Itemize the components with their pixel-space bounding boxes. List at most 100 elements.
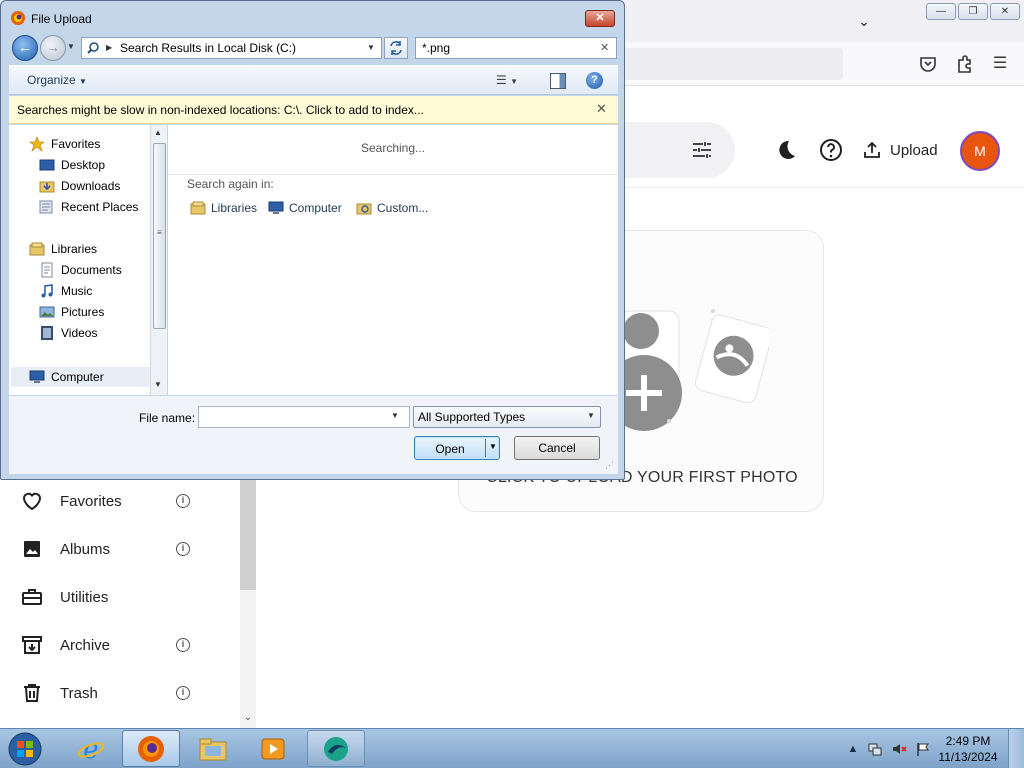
sidebar-item-utilities[interactable]: Utilities xyxy=(20,582,200,612)
nav-item-desktop[interactable]: Desktop xyxy=(39,156,105,174)
sidebar-item-label: Trash xyxy=(60,684,98,702)
help-icon[interactable]: ? xyxy=(586,72,603,89)
user-avatar[interactable]: M xyxy=(960,131,1000,171)
nav-scroll-thumb[interactable]: ≡ xyxy=(153,143,166,329)
nav-item-label: Favorites xyxy=(51,137,101,151)
nav-item-downloads[interactable]: Downloads xyxy=(39,177,120,195)
nav-item-computer[interactable]: Computer xyxy=(29,368,104,386)
infobar-close-icon[interactable]: ✕ xyxy=(596,101,607,117)
breadcrumb-chevron-icon[interactable]: ▶ xyxy=(106,41,112,55)
volume-muted-icon[interactable] xyxy=(891,741,907,757)
nav-item-favorites[interactable]: Favorites xyxy=(29,135,100,153)
info-icon[interactable]: i xyxy=(176,494,190,508)
photo-app-icon xyxy=(324,736,348,761)
filter-tune-icon[interactable] xyxy=(690,138,714,162)
show-desktop-button[interactable] xyxy=(1008,729,1024,768)
back-button[interactable]: ← xyxy=(12,35,38,61)
computer-icon xyxy=(29,370,45,383)
change-view-button[interactable]: ☰ ▼ xyxy=(496,73,530,89)
file-name-dropdown-icon[interactable]: ▼ xyxy=(391,411,399,420)
sidebar-item-trash[interactable]: Trash i xyxy=(20,678,200,708)
open-options-dropdown-icon[interactable]: ▼ xyxy=(489,442,497,451)
dark-mode-moon-icon[interactable] xyxy=(772,136,800,164)
nav-item-recent-places[interactable]: Recent Places xyxy=(39,198,138,216)
forward-button[interactable]: → xyxy=(40,35,66,61)
resize-grip-icon[interactable]: ⋰ xyxy=(605,460,614,471)
nav-item-videos[interactable]: Videos xyxy=(39,324,97,342)
file-name-label: File name: xyxy=(139,411,196,425)
upload-button[interactable]: Upload xyxy=(862,136,938,164)
restore-button[interactable]: ❐ xyxy=(958,3,988,20)
taskbar-firefox[interactable] xyxy=(122,730,180,767)
nav-item-documents[interactable]: Documents xyxy=(39,261,122,279)
search-again-computer[interactable]: Computer xyxy=(268,199,342,217)
index-warning-infobar[interactable]: Searches might be slow in non-indexed lo… xyxy=(9,96,618,124)
info-icon[interactable]: i xyxy=(176,638,190,652)
action-center-flag-icon[interactable] xyxy=(915,741,931,757)
sidebar-scrollbar[interactable]: ⌄ xyxy=(240,480,256,728)
extensions-icon[interactable] xyxy=(952,52,976,76)
file-name-input[interactable]: ▼ xyxy=(198,406,410,428)
internet-explorer-icon: e xyxy=(77,735,105,764)
upload-icon xyxy=(864,141,880,158)
views-icon: ☰ xyxy=(496,73,507,87)
nav-item-libraries[interactable]: Libraries xyxy=(29,240,97,258)
scroll-grip-icon: ≡ xyxy=(157,228,162,237)
organize-label: Organize xyxy=(27,73,76,87)
cancel-button[interactable]: Cancel xyxy=(514,436,600,460)
nav-scrollbar[interactable]: ▲ ≡ ▼ xyxy=(150,125,167,395)
menu-icon[interactable]: ☰ xyxy=(988,52,1012,76)
dialog-close-button[interactable]: ✕ xyxy=(585,10,615,27)
firefox-icon xyxy=(138,735,164,762)
sidebar-item-archive[interactable]: Archive i xyxy=(20,630,200,660)
address-bar[interactable]: ▶ Search Results in Local Disk (C:) ▼ xyxy=(81,37,382,59)
organize-button[interactable]: Organize ▼ xyxy=(27,73,87,87)
toolbox-icon xyxy=(22,589,42,605)
sidebar-item-favorites[interactable]: Favorites i xyxy=(20,486,200,516)
sidebar-scroll-thumb[interactable] xyxy=(240,480,256,590)
music-note-icon xyxy=(41,284,53,298)
scroll-up-arrow-icon[interactable]: ▲ xyxy=(154,128,162,137)
results-pane: Searching... Search again in: Libraries … xyxy=(168,125,618,395)
search-again-custom[interactable]: Custom... xyxy=(356,199,428,217)
address-dropdown-icon[interactable]: ▼ xyxy=(367,41,375,55)
scroll-down-arrow-icon[interactable]: ⌄ xyxy=(240,710,256,726)
open-button[interactable]: Open ▼ xyxy=(414,436,500,460)
network-icon[interactable] xyxy=(867,741,883,757)
app-sidebar: Favorites i Albums i Utilities Archive i… xyxy=(0,480,240,728)
search-box[interactable]: *.png ✕ xyxy=(415,37,617,59)
search-input[interactable]: *.png xyxy=(422,41,450,55)
search-again-libraries[interactable]: Libraries xyxy=(190,199,257,217)
videos-icon xyxy=(41,326,53,340)
info-icon[interactable]: i xyxy=(176,542,190,556)
taskbar-photo-app[interactable] xyxy=(307,730,365,767)
custom-folder-icon xyxy=(356,203,372,215)
clock-time[interactable]: 2:49 PM xyxy=(938,734,998,748)
show-hidden-icons-icon[interactable]: ▲ xyxy=(845,741,861,757)
file-type-select[interactable]: All Supported Types ▼ xyxy=(413,406,601,428)
minimize-button[interactable]: — xyxy=(926,3,956,20)
refresh-button[interactable] xyxy=(384,37,408,59)
infobar-text[interactable]: Searches might be slow in non-indexed lo… xyxy=(17,103,424,117)
sidebar-item-albums[interactable]: Albums i xyxy=(20,534,200,564)
nav-item-pictures[interactable]: Pictures xyxy=(39,303,104,321)
browser-close-button[interactable]: ✕ xyxy=(990,3,1020,20)
clear-search-icon[interactable]: ✕ xyxy=(600,41,609,55)
start-button[interactable] xyxy=(4,730,46,768)
nav-item-music[interactable]: Music xyxy=(39,282,92,300)
nav-item-label: Libraries xyxy=(51,242,98,256)
taskbar-internet-explorer[interactable]: e xyxy=(62,730,120,767)
taskbar-media-player[interactable] xyxy=(244,730,302,767)
tab-list-chevron-icon[interactable]: ⌄ xyxy=(852,10,876,32)
help-icon[interactable] xyxy=(817,136,845,164)
file-type-dropdown-icon[interactable]: ▼ xyxy=(587,411,595,420)
url-bar[interactable] xyxy=(615,48,843,80)
info-icon[interactable]: i xyxy=(176,686,190,700)
pocket-icon[interactable] xyxy=(916,52,940,76)
recent-pages-chevron-icon[interactable]: ▼ xyxy=(67,42,77,52)
clock-date[interactable]: 11/13/2024 xyxy=(938,750,998,764)
taskbar-windows-explorer[interactable] xyxy=(184,730,242,767)
scroll-down-arrow-icon[interactable]: ▼ xyxy=(154,380,162,389)
preview-pane-icon[interactable] xyxy=(550,73,566,89)
search-again-item-label: Computer xyxy=(289,201,342,215)
